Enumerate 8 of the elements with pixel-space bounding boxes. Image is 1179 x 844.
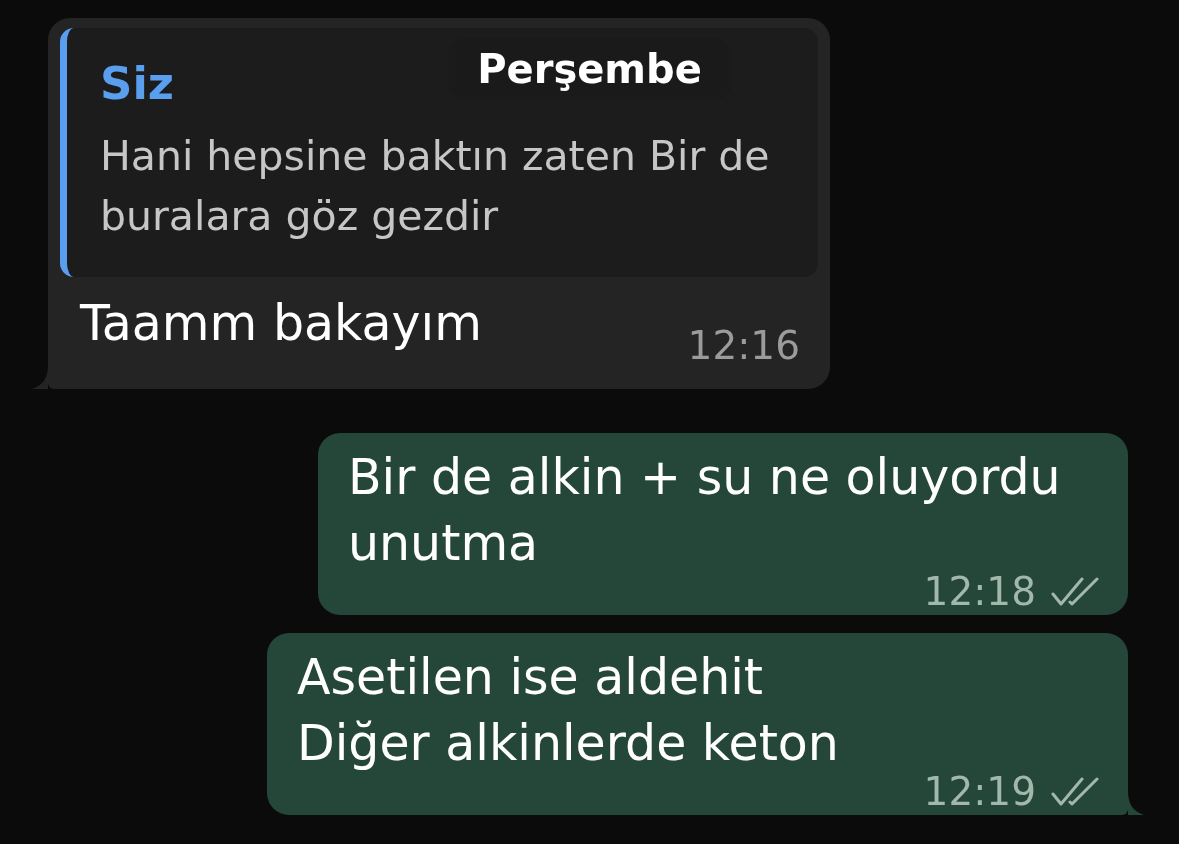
message-text: Taamm bakayım [80,294,482,354]
reply-text: Hani hepsine baktın zaten Bir de buralara göz gezdir [100,131,771,242]
message-time: 12:16 [687,322,800,370]
message-time: 12:19 [923,777,1036,807]
message-text: Bir de alkin + su ne oluyordu unutma [348,448,1062,574]
message-text: Asetilen ise aldehit Diğer alkinlerde keton [297,648,839,774]
message-time: 12:18 [923,577,1036,607]
reply-author: Siz [100,58,175,110]
